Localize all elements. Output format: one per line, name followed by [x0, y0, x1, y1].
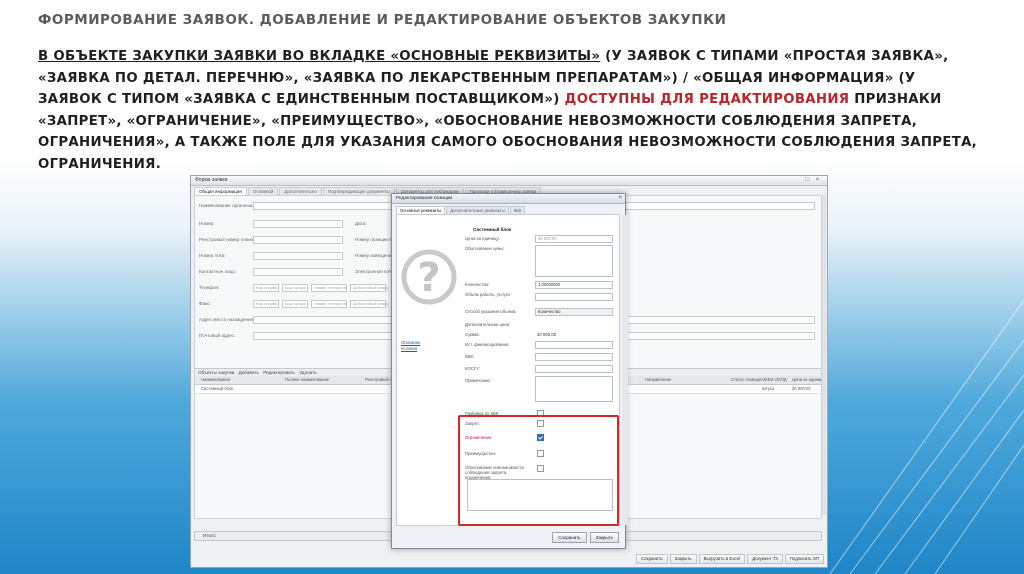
fax-country-input[interactable]: Код страны — [253, 300, 279, 308]
row-name: Системный блок — [201, 386, 234, 391]
conditions-link[interactable]: Условия — [401, 346, 420, 352]
dialog-scrollbar[interactable] — [622, 215, 628, 525]
dialog-title: Редактирование позиции — [392, 194, 625, 204]
col-status[interactable]: Статус позиции — [731, 376, 761, 384]
quantity-field[interactable]: 1,00000000 — [535, 281, 613, 289]
col-okei[interactable]: ОКЕИ — [762, 376, 774, 384]
window-buttons: Сохранить Закрыть Выгрузить в Excel Доку… — [634, 554, 824, 564]
contact-label: Контактное лицо: — [199, 269, 237, 274]
kbk-field[interactable] — [535, 353, 613, 361]
slide-title: ФОРМИРОВАНИЕ ЗАЯВОК. ДОБАВЛЕНИЕ И РЕДАКТ… — [38, 12, 727, 28]
delete-button[interactable]: Удалить — [299, 370, 317, 375]
funding-field[interactable] — [535, 341, 613, 349]
org-label: Наименование организации: — [199, 203, 261, 208]
col-price[interactable]: Цена за единицу — [792, 376, 825, 384]
col-okpd[interactable]: ОКПД — [775, 376, 787, 384]
date-label: Дата: — [355, 221, 367, 226]
add-button[interactable]: Добавить — [239, 370, 259, 375]
highlight-frame — [458, 415, 619, 526]
volume-label: Объем работы, услуги: — [465, 292, 511, 297]
contact-input[interactable] — [253, 268, 343, 276]
maximize-icon[interactable]: □ — [804, 177, 811, 183]
fax-city-input[interactable]: Код города — [282, 300, 308, 308]
sign-button[interactable]: Подписать ЭП — [784, 554, 824, 564]
dialog-save-button[interactable]: Сохранить — [552, 532, 587, 543]
fax-ext-input[interactable]: Добавочный номер — [350, 300, 389, 308]
export-excel-button[interactable]: Выгрузить в Excel — [698, 554, 746, 564]
col-direction[interactable]: Направление — [645, 376, 671, 384]
reg-number-input[interactable] — [253, 236, 343, 244]
note-label: Примечание: — [465, 378, 492, 383]
kosgu-field[interactable] — [535, 365, 613, 373]
window-scrollbar[interactable] — [822, 195, 826, 515]
phone-label: Телефон: — [199, 285, 220, 290]
kosgu-label: КОСГУ: — [465, 366, 481, 371]
price-basis-label: Обоснование цены: — [465, 246, 505, 251]
dialog-links: Описание Условия — [401, 340, 420, 352]
dialog-buttons: Сохранить Закрыть — [549, 532, 619, 543]
slide-body-highlight: ДОСТУПНЫ ДЛЯ РЕДАКТИРОВАНИЯ — [564, 92, 850, 107]
fax-number-input[interactable]: Номер телефона — [311, 300, 347, 308]
window-title: Форма заявки — [191, 176, 827, 186]
row-price: 20 000,00 — [792, 386, 811, 391]
dialog-close-icon[interactable]: × — [618, 195, 622, 202]
slide-body-text: В ОБЪЕКТЕ ЗАКУПКИ ЗАЯВКИ ВО ВКЛАДКЕ «ОСН… — [38, 46, 978, 175]
row-unit: Штука — [762, 386, 775, 391]
phone-ext-input[interactable]: Добавочный номер — [350, 284, 389, 292]
col-name[interactable]: Наименование — [201, 376, 230, 384]
document-button[interactable]: Документ 73 — [747, 554, 783, 564]
phone-number-input[interactable]: Номер телефона — [311, 284, 347, 292]
note-field[interactable] — [535, 376, 613, 402]
block-title: Системный блок — [473, 227, 512, 232]
slide: ФОРМИРОВАНИЕ ЗАЯВОК. ДОБАВЛЕНИЕ И РЕДАКТ… — [0, 0, 1024, 574]
dialog-tabs: Основные реквизиты Дополнительные реквиз… — [396, 206, 526, 215]
phone-city-input[interactable]: Код города — [282, 284, 308, 292]
dialog-close-button[interactable]: Закрыть — [589, 532, 619, 543]
location-label: Адрес места нахождения: — [199, 317, 255, 322]
window-close-button[interactable]: Закрыть — [669, 554, 697, 564]
col-full-name[interactable]: Полное наименование — [285, 376, 329, 384]
toolbar-title: Объекты закупки — [198, 370, 235, 375]
fax-label: Факс: — [199, 301, 211, 306]
edit-button[interactable]: Редактировать — [263, 370, 295, 375]
funding-label: Ист. финансирования: — [465, 342, 510, 347]
svg-text:?: ? — [417, 255, 440, 301]
volume-method-select[interactable]: Количество — [535, 308, 613, 316]
notice-number-label: Номер извещения: — [355, 253, 396, 258]
sum-value: 20 000,00 — [537, 332, 557, 337]
additional-price-label: Дополнительная цена: — [465, 322, 511, 327]
volume-field[interactable] — [535, 293, 613, 301]
number-input[interactable] — [253, 220, 343, 228]
sum-label: Сумма: — [465, 332, 480, 337]
lot-number-label: Номер лота: — [199, 253, 226, 258]
phone-country-input[interactable]: Код страны — [253, 284, 279, 292]
slide-body-underlined: В ОБЪЕКТЕ ЗАКУПКИ ЗАЯВКИ ВО ВКЛАДКЕ «ОСН… — [38, 49, 601, 64]
postal-label: Почтовый адрес: — [199, 333, 236, 338]
price-field[interactable]: 20 000,00 — [535, 235, 613, 243]
close-icon[interactable]: × — [814, 177, 821, 183]
price-basis-field[interactable] — [535, 245, 613, 277]
quantity-label: Количество: — [465, 282, 490, 287]
number-label: Номер: — [199, 221, 215, 226]
volume-method-label: Способ указания объема: — [465, 309, 517, 314]
window-save-button[interactable]: Сохранить — [635, 554, 668, 564]
question-mark-image: ? — [401, 249, 457, 305]
price-label: Цена за единицу: — [465, 236, 500, 241]
lot-number-input[interactable] — [253, 252, 343, 260]
kbk-label: КБК: — [465, 354, 475, 359]
totals-label: Итого: — [203, 533, 217, 538]
